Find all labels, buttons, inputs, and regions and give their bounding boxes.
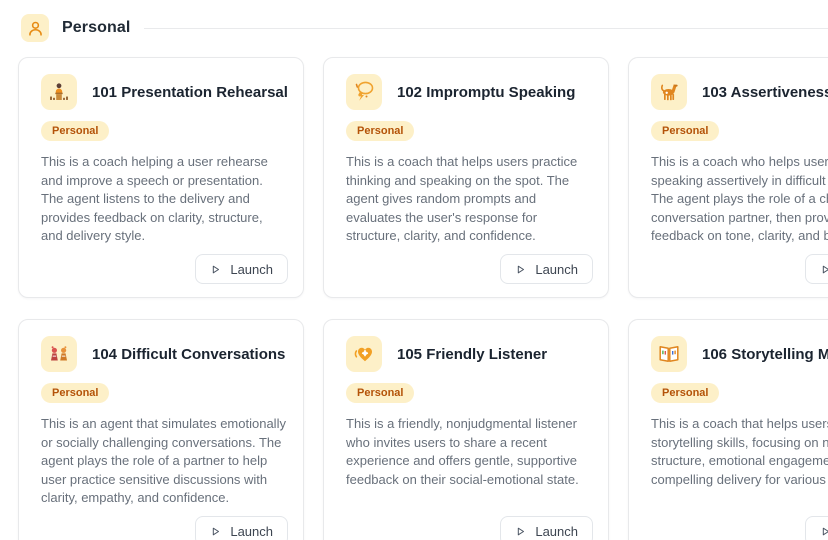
agent-card-102: 102 Impromptu Speaking Personal This is … — [323, 57, 609, 298]
card-description: This is a coach who helps users practice… — [651, 153, 828, 246]
launch-button-label: Launch — [535, 262, 578, 277]
launch-button-label: Launch — [535, 524, 578, 539]
play-icon — [820, 264, 828, 275]
open-book-icon — [651, 336, 687, 372]
category-badge: Personal — [346, 383, 414, 403]
agent-card-103: 103 Assertiveness Practice Personal This… — [628, 57, 828, 298]
card-description: This is a coach that helps users practic… — [346, 153, 592, 246]
card-title: 104 Difficult Conversations — [92, 346, 285, 363]
card-description: This is a friendly, nonjudgmental listen… — [346, 415, 592, 489]
launch-button[interactable]: Launch — [805, 254, 828, 284]
card-description: This is a coach helping a user rehearse … — [41, 153, 287, 246]
category-badge: Personal — [651, 383, 719, 403]
launch-button[interactable]: Launch — [500, 254, 593, 284]
card-description: This is an agent that simulates emotiona… — [41, 415, 287, 508]
card-description: This is a coach that helps users develop… — [651, 415, 828, 489]
section-title: Personal — [62, 19, 130, 37]
speech-bubble-bolt-icon — [346, 74, 382, 110]
category-badge: Personal — [41, 383, 109, 403]
play-icon — [515, 526, 526, 537]
agent-card-106: 106 Storytelling Mastery Personal This i… — [628, 319, 828, 540]
card-title: 103 Assertiveness Practice — [702, 84, 828, 101]
launch-button[interactable]: Launch — [195, 516, 288, 540]
card-title: 102 Impromptu Speaking — [397, 84, 575, 101]
horse-icon — [651, 74, 687, 110]
heart-listener-icon — [346, 336, 382, 372]
launch-button[interactable]: Launch — [195, 254, 288, 284]
play-icon — [210, 526, 221, 537]
category-badge: Personal — [346, 121, 414, 141]
launch-button-label: Launch — [230, 524, 273, 539]
card-title: 101 Presentation Rehearsal — [92, 84, 288, 101]
agent-card-105: 105 Friendly Listener Personal This is a… — [323, 319, 609, 540]
agent-card-104: 104 Difficult Conversations Personal Thi… — [18, 319, 304, 540]
launch-button-label: Launch — [230, 262, 273, 277]
category-badge: Personal — [651, 121, 719, 141]
category-badge: Personal — [41, 121, 109, 141]
section-header: Personal — [21, 14, 828, 42]
card-title: 105 Friendly Listener — [397, 346, 547, 363]
podium-presenter-icon — [41, 74, 77, 110]
header-divider — [144, 28, 828, 29]
launch-button[interactable]: Launch — [805, 516, 828, 540]
agent-card-grid: 101 Presentation Rehearsal Personal This… — [18, 57, 828, 540]
launch-button[interactable]: Launch — [500, 516, 593, 540]
play-icon — [820, 526, 828, 537]
person-icon — [21, 14, 49, 42]
agent-card-101: 101 Presentation Rehearsal Personal This… — [18, 57, 304, 298]
card-title: 106 Storytelling Mastery — [702, 346, 828, 363]
facing-dolls-icon — [41, 336, 77, 372]
play-icon — [210, 264, 221, 275]
play-icon — [515, 264, 526, 275]
